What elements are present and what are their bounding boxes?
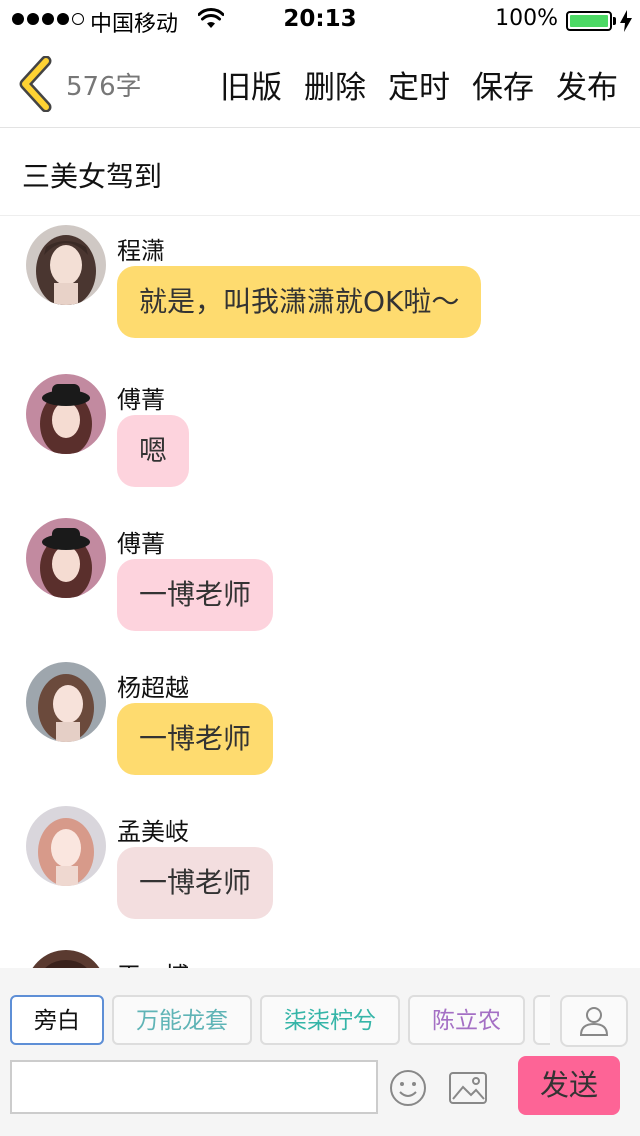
status-bar: 中国移动 20:13 100% [0,0,640,40]
sender-name: 孟美岐 [117,818,189,846]
avatar[interactable] [26,518,106,598]
message-bubble[interactable]: 嗯 [117,415,190,487]
old-version-button[interactable]: 旧版 [220,62,282,107]
delete-button[interactable]: 删除 [304,62,366,107]
image-icon[interactable] [448,1069,488,1107]
avatar[interactable] [26,374,106,454]
charging-bolt-icon [620,10,632,32]
save-button[interactable]: 保存 [472,62,534,107]
avatar[interactable] [26,806,106,886]
message-list[interactable]: 程潇 就是，叫我潇潇就OK啦～ 傅菁 嗯 傅菁 一博老师 杨超越 一博老师 孟美… [0,217,640,968]
chevron-left-icon[interactable] [16,56,56,112]
character-chips[interactable]: 旁白 万能龙套 柒柒柠兮 陈立农 [10,995,550,1047]
word-count: 576字 [66,72,142,102]
sender-name: 傅菁 [117,386,165,414]
publish-button[interactable]: 发布 [556,62,618,107]
story-title-row[interactable]: 三美女驾到 [0,129,640,216]
person-icon [579,1007,609,1036]
nav-bar: 576字 旧版 删除 定时 保存 发布 [0,40,640,128]
avatar[interactable] [26,225,106,305]
sender-name: 王一博 [117,956,189,968]
schedule-button[interactable]: 定时 [388,62,450,107]
character-chip[interactable]: 陈立农 [408,995,525,1045]
battery-icon [566,11,612,31]
story-title: 三美女驾到 [22,160,163,193]
avatar[interactable] [26,662,106,742]
message-bubble[interactable]: 一博老师 [117,559,274,631]
battery-percent: 100% [495,6,558,31]
message-bubble[interactable]: 就是，叫我潇潇就OK啦～ [117,266,482,338]
message-bubble[interactable]: 一博老师 [117,703,274,775]
character-manager-button[interactable] [560,995,628,1047]
sender-name: 杨超越 [117,674,189,702]
character-chip[interactable]: 万能龙套 [112,995,252,1045]
sender-name: 程潇 [117,237,165,265]
composer-toolbar: 旁白 万能龙套 柒柒柠兮 陈立农 发送 [0,968,640,1136]
nav-actions: 旧版 删除 定时 保存 发布 [220,62,618,107]
message-bubble[interactable]: 一博老师 [117,847,274,919]
message-input[interactable] [10,1060,378,1114]
sender-name: 傅菁 [117,530,165,558]
character-chip-partial[interactable] [533,995,550,1045]
send-button[interactable]: 发送 [518,1056,620,1115]
character-chip[interactable]: 柒柒柠兮 [260,995,400,1045]
character-chip-narrator[interactable]: 旁白 [10,995,104,1045]
emoji-icon[interactable] [388,1068,428,1108]
avatar[interactable] [26,950,106,968]
